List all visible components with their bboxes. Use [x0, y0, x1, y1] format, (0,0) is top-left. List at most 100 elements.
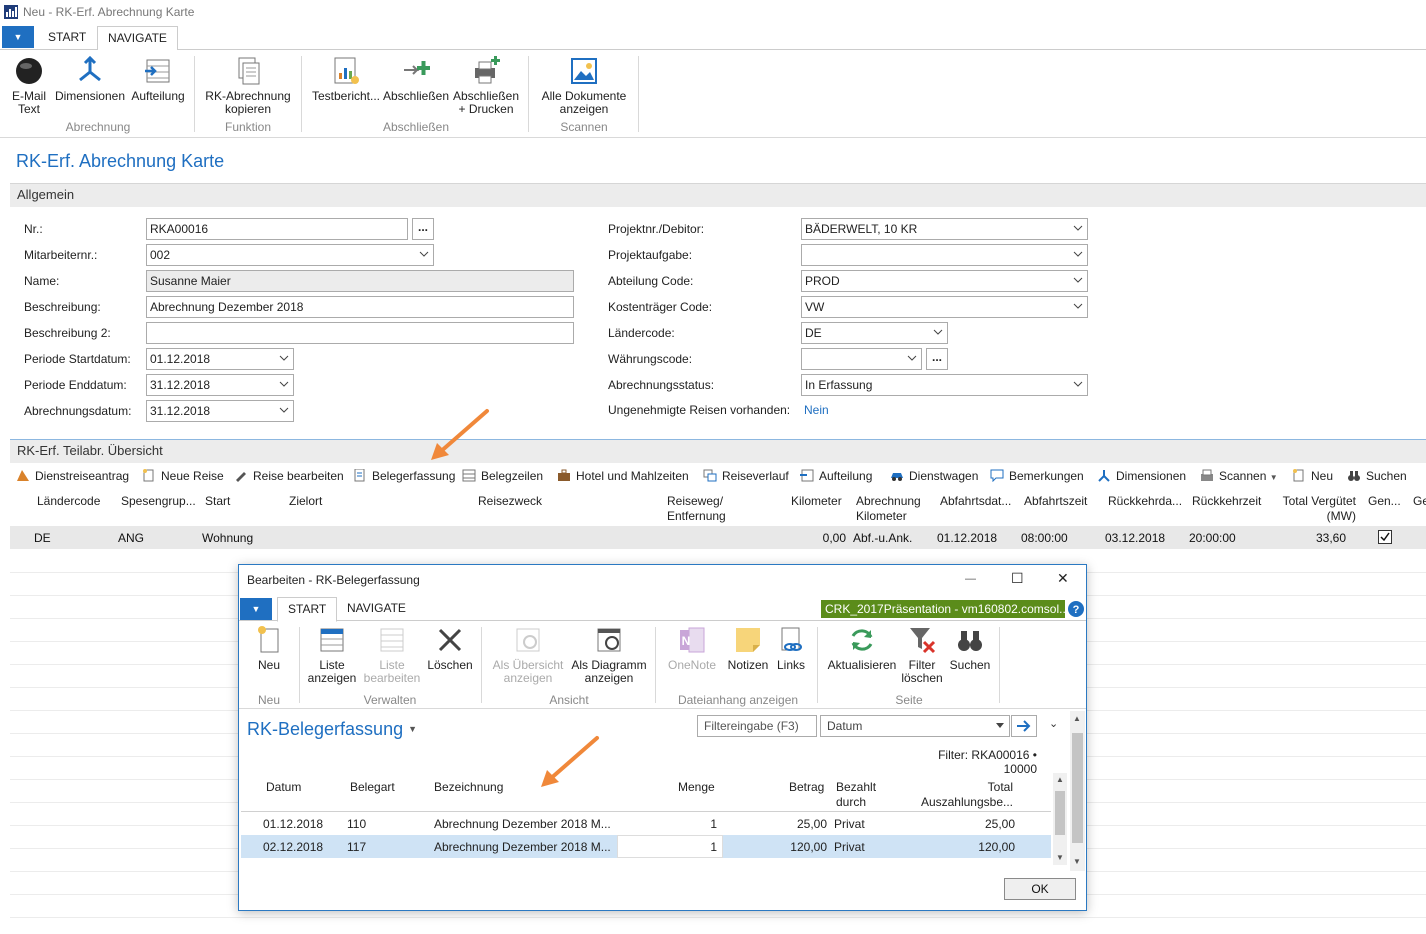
belegzeilen-button[interactable]: Belegzeilen [462, 469, 543, 483]
col-betrag[interactable]: Betrag [789, 780, 824, 795]
scannen-button[interactable]: Scannen ▼ [1200, 469, 1278, 483]
col-laendercode[interactable]: Ländercode [37, 494, 100, 509]
dialog-menu-button[interactable]: ▼ [240, 598, 272, 620]
neu-button[interactable]: Neu [249, 625, 289, 672]
scroll-down-icon[interactable]: ▼ [1056, 853, 1064, 862]
waehrung-lookup-button[interactable]: ... [926, 348, 948, 370]
alle-dokumente-button[interactable]: Alle Dokumente anzeigen [534, 56, 634, 116]
loeschen-button[interactable]: Löschen [425, 625, 475, 672]
col-kilometer[interactable]: Kilometer [791, 494, 842, 509]
col-rueckkehrdatum[interactable]: Rückkehrda... [1108, 494, 1182, 509]
waehrung-field[interactable] [801, 348, 922, 370]
col-datum[interactable]: Datum [266, 780, 301, 795]
scroll-up-icon[interactable]: ▲ [1056, 775, 1064, 784]
checkbox-checked-icon[interactable] [1378, 530, 1392, 544]
col-total-verguetet[interactable]: Total Vergütet (MW) [1282, 494, 1356, 524]
dienstwagen-button[interactable]: Dienstwagen [890, 469, 978, 483]
abrdatum-field[interactable]: 31.12.2018 [146, 400, 294, 422]
suchen-sub-button[interactable]: Suchen [1347, 469, 1407, 483]
ungenehmigt-link[interactable]: Nein [804, 403, 829, 417]
app-menu-button[interactable]: ▼ [2, 26, 34, 48]
kostentraeger-field[interactable]: VW [801, 296, 1088, 318]
col-genehmigt[interactable]: Gen... [1368, 494, 1401, 509]
rk-abrechnung-kopieren-button[interactable]: RK-Abrechnung kopieren [200, 56, 296, 116]
table-row[interactable]: DE ANG Wohnung 0,00 Abf.-u.Ank. 01.12.20… [10, 526, 1426, 549]
abteilung-field[interactable]: PROD [801, 270, 1088, 292]
email-text-button[interactable]: E-Mail Text [6, 56, 52, 116]
col-rueckkehrzeit[interactable]: Rückkehrzeit [1192, 494, 1261, 509]
tab-start[interactable]: START [38, 26, 96, 50]
liste-anzeigen-button[interactable]: Liste anzeigen [305, 625, 359, 685]
liste-bearbeiten-button[interactable]: Liste bearbeiten [363, 625, 421, 685]
neu-sub-button[interactable]: Neu [1292, 469, 1333, 483]
col-abrechnung-km[interactable]: Abrechnung Kilometer [856, 494, 921, 524]
scroll-up-icon[interactable]: ▲ [1073, 714, 1081, 723]
col-abfahrtsdatum[interactable]: Abfahrtsdat... [940, 494, 1011, 509]
reiseverlauf-button[interactable]: Reiseverlauf [703, 469, 789, 483]
col-spesengruppe[interactable]: Spesengrup... [121, 494, 196, 509]
filter-loeschen-button[interactable]: Filter löschen [899, 625, 945, 685]
neue-reise-button[interactable]: Neue Reise [142, 469, 224, 483]
laender-field[interactable]: DE [801, 322, 948, 344]
dimensionen-sub-button[interactable]: Dimensionen [1097, 469, 1186, 483]
dialog-page-title[interactable]: RK-Belegerfassung ▼ [247, 719, 417, 740]
aufteilung-button[interactable]: Aufteilung [128, 56, 188, 103]
projekt-field[interactable]: BÄDERWELT, 10 KR [801, 218, 1088, 240]
dienstreiseantrag-button[interactable]: Dienstreiseantrag [16, 469, 129, 483]
table-row-selected[interactable]: 02.12.2018 117 Abrechnung Dezember 2018 … [241, 835, 1051, 858]
col-ge[interactable]: Ge [1413, 494, 1426, 509]
links-button[interactable]: Links [773, 625, 809, 672]
close-icon[interactable]: ✕ [1057, 570, 1069, 587]
col-reisezweck[interactable]: Reisezweck [478, 494, 542, 509]
nr-field[interactable]: RKA00016 [146, 218, 408, 240]
onenote-button[interactable]: N OneNote [663, 625, 721, 672]
page-scrollbar[interactable]: ▲ ▼ [1070, 711, 1085, 871]
col-bezahlt-durch[interactable]: Bezahlt durch [836, 780, 876, 810]
maximize-icon[interactable]: ☐ [1011, 570, 1024, 587]
col-start[interactable]: Start [205, 494, 230, 509]
start-date-field[interactable]: 01.12.2018 [146, 348, 294, 370]
scroll-thumb[interactable] [1055, 791, 1065, 835]
ok-button[interactable]: OK [1004, 878, 1076, 900]
status-field[interactable]: In Erfassung [801, 374, 1088, 396]
end-date-field[interactable]: 31.12.2018 [146, 374, 294, 396]
tab-navigate[interactable]: NAVIGATE [97, 26, 178, 51]
col-total-auszahlung[interactable]: Total Auszahlungsbe... [905, 780, 1013, 810]
col-bezeichnung[interactable]: Bezeichnung [434, 780, 503, 795]
collapse-chevron-icon[interactable]: ⌄ [1049, 717, 1058, 730]
section-allgemein[interactable]: Allgemein [10, 183, 1426, 207]
testbericht-button[interactable]: Testbericht... [308, 56, 384, 103]
beschreibung2-field[interactable] [146, 322, 574, 344]
aktualisieren-button[interactable]: Aktualisieren [825, 625, 899, 672]
col-abfahrtszeit[interactable]: Abfahrtszeit [1024, 494, 1087, 509]
scroll-thumb[interactable] [1072, 733, 1083, 843]
belegerfassung-button[interactable]: Belegerfassung [353, 469, 455, 483]
als-uebersicht-button[interactable]: Als Übersicht anzeigen [489, 625, 567, 685]
col-reiseweg[interactable]: Reiseweg/Entfernung [667, 494, 726, 524]
mitarbeiter-field[interactable]: 002 [146, 244, 434, 266]
hotel-mahlzeiten-button[interactable]: Hotel und Mahlzeiten [557, 469, 689, 483]
abschliessen-button[interactable]: Abschließen [382, 56, 450, 103]
aufgabe-field[interactable] [801, 244, 1088, 266]
col-belegart[interactable]: Belegart [350, 780, 395, 795]
aufteilung-sub-button[interactable]: Aufteilung [800, 469, 872, 483]
filter-field-select[interactable]: Datum [820, 715, 1010, 737]
als-diagramm-button[interactable]: Als Diagramm anzeigen [569, 625, 649, 685]
grid-scrollbar[interactable]: ▲ ▼ [1053, 773, 1067, 865]
dialog-tab-navigate[interactable]: NAVIGATE [337, 597, 416, 621]
dialog-tab-start[interactable]: START [277, 597, 338, 622]
scroll-down-icon[interactable]: ▼ [1073, 857, 1081, 866]
col-menge[interactable]: Menge [678, 780, 715, 795]
table-row[interactable]: 01.12.2018 110 Abrechnung Dezember 2018 … [241, 812, 1051, 835]
dimensionen-button[interactable]: Dimensionen [54, 56, 126, 103]
section-teilabr-uebersicht[interactable]: RK-Erf. Teilabr. Übersicht [10, 439, 1426, 463]
abschliessen-drucken-button[interactable]: Abschließen + Drucken [450, 56, 522, 116]
filter-input[interactable]: Filtereingabe (F3) [697, 715, 817, 737]
reise-bearbeiten-button[interactable]: Reise bearbeiten [234, 469, 344, 483]
nr-lookup-button[interactable]: ... [412, 218, 434, 240]
bemerkungen-button[interactable]: Bemerkungen [990, 469, 1084, 483]
col-zielort[interactable]: Zielort [289, 494, 322, 509]
beschreibung-field[interactable]: Abrechnung Dezember 2018 [146, 296, 574, 318]
apply-filter-button[interactable] [1011, 715, 1037, 737]
minimize-icon[interactable]: — [965, 573, 976, 585]
